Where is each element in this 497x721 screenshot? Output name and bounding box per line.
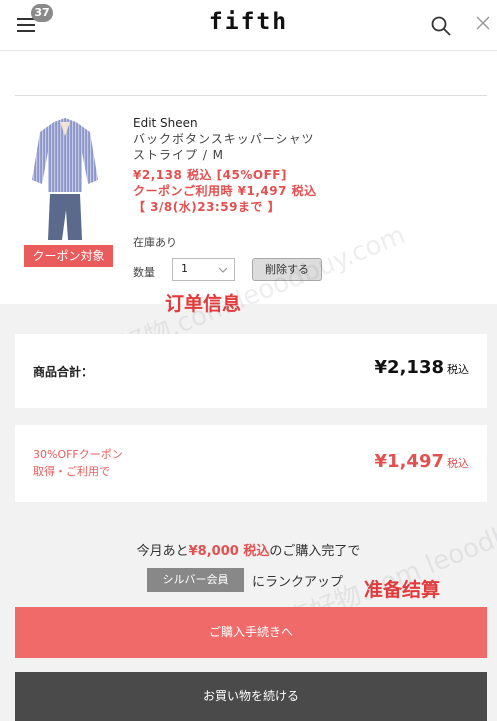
promo-prefix: 今月あと [136, 544, 189, 559]
coupon-card: 30%OFFクーポン 取得・ご利用で ¥1,497 税込 [15, 425, 487, 502]
coupon-tax-label: 税込 [447, 457, 469, 470]
checkout-button[interactable]: ご購入手続きへ [15, 607, 487, 658]
subtotal-label: 商品合計： [33, 365, 94, 379]
coupon-value: ¥1,497 [374, 451, 444, 472]
subtotal-value: ¥2,138 [374, 357, 444, 378]
delete-button[interactable]: 削除する [252, 258, 322, 281]
close-icon[interactable] [474, 14, 492, 32]
chevron-down-icon [218, 267, 228, 273]
product-name[interactable]: バックボタンスキッパーシャツ [133, 131, 317, 147]
product-variant: ストライプ / M [133, 148, 225, 162]
rank-up-text: にランクアップ [252, 575, 344, 590]
quantity-select[interactable]: 1 [172, 258, 235, 281]
stock-status: 在庫あり [133, 236, 177, 249]
membership-promo: 今月あと¥8,000 税込のご購入完了で [0, 540, 497, 559]
quantity-label: 数量 [133, 266, 155, 279]
coupon-label-line1: 30%OFFクーポン [33, 448, 123, 461]
tax-label: 税込 [447, 363, 469, 376]
divider [15, 95, 487, 96]
promo-amount: ¥8,000 税込 [188, 544, 270, 559]
coupon-deadline: 【 3/8(水)23:59まで 】 [133, 200, 281, 214]
cart-item: クーポン対象 Edit Sheen バックボタンスキッパーシャツ ストライプ /… [0, 51, 497, 304]
annotation-checkout-prep: 准备结算 [364, 579, 441, 601]
coupon-label-line2: 取得・ご利用で [33, 465, 110, 478]
product-brand[interactable]: Edit Sheen [133, 115, 317, 131]
subtotal-amount: ¥2,138 税込 [375, 357, 469, 378]
site-logo[interactable]: fifth [0, 9, 497, 35]
top-bar: 37 fifth [0, 0, 497, 51]
coupon-amount: ¥1,497 税込 [375, 451, 469, 472]
product-image[interactable] [30, 114, 100, 242]
annotation-order-info: 订单信息 [165, 293, 242, 315]
promo-suffix: のご購入完了で [269, 544, 361, 559]
silver-member-badge: シルバー会員 [147, 568, 244, 592]
search-icon[interactable] [431, 16, 451, 36]
continue-shopping-button[interactable]: お買い物を続ける [15, 672, 487, 721]
product-info: Edit Sheen バックボタンスキッパーシャツ ストライプ / M ¥2,1… [133, 115, 317, 215]
subtotal-card: 商品合計： ¥2,138 税込 [15, 334, 487, 408]
coupon-label: 30%OFFクーポン 取得・ご利用で [33, 446, 123, 480]
quantity-value: 1 [181, 262, 188, 275]
product-price: ¥2,138 税込 [45%OFF] [133, 168, 287, 182]
coupon-eligible-tag: クーポン対象 [24, 245, 113, 267]
coupon-price: クーポンご利用時 ¥1,497 税込 [133, 184, 317, 198]
